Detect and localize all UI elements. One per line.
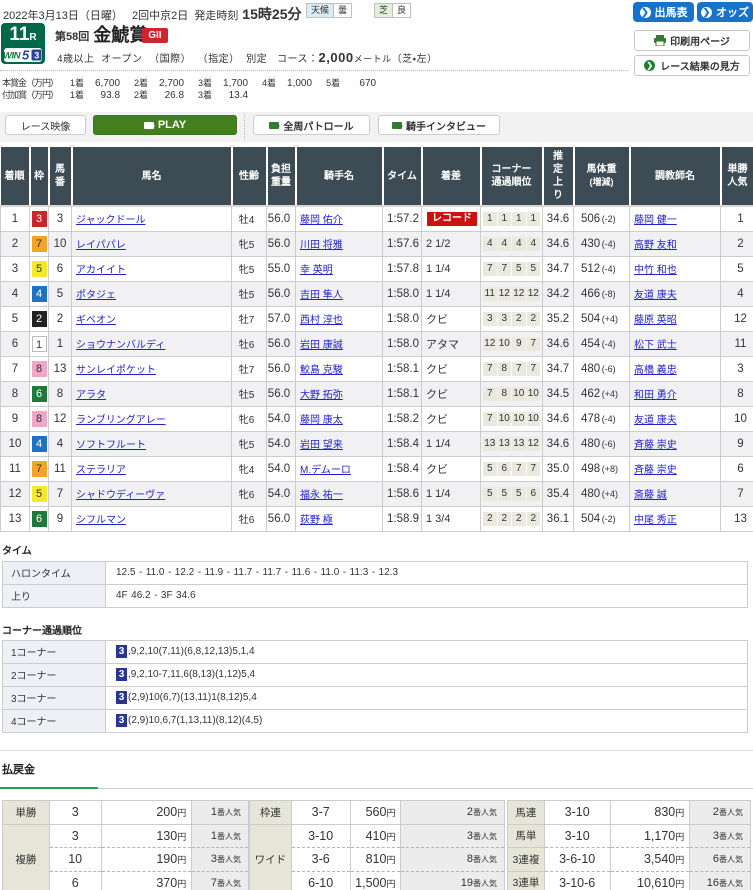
svg-text:WIN: WIN xyxy=(4,51,22,62)
svg-text:3: 3 xyxy=(34,50,39,60)
svg-text:5: 5 xyxy=(22,49,30,61)
